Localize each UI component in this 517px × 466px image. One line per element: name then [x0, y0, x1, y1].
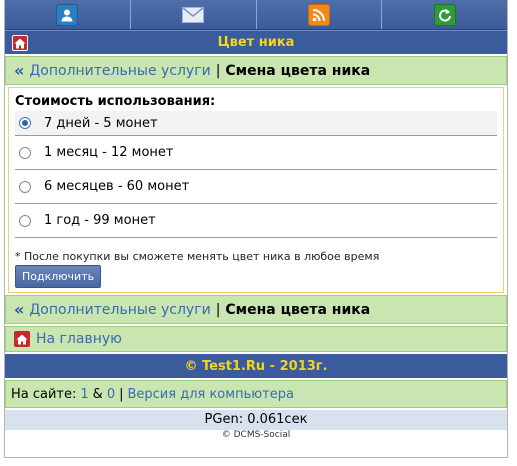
- title-bar: Цвет ника: [5, 30, 507, 54]
- breadcrumb-current: Смена цвета ника: [225, 62, 371, 79]
- page: Цвет ника « Дополнительные услуги | Смен…: [4, 0, 508, 458]
- option-label: 1 год - 99 монет: [44, 213, 156, 228]
- breadcrumb-parent-link[interactable]: Дополнительные услуги: [29, 63, 210, 79]
- online-guests-link[interactable]: 0: [107, 387, 115, 402]
- page-title: Цвет ника: [217, 35, 295, 50]
- radio-1-year[interactable]: [19, 214, 31, 227]
- home-link-row[interactable]: На главную: [5, 326, 507, 352]
- option-1-month[interactable]: 1 месяц - 12 монет: [15, 136, 497, 170]
- home-icon[interactable]: [12, 35, 28, 51]
- option-label: 6 месяцев - 60 монет: [44, 179, 190, 194]
- cost-label: Стоимость использования:: [15, 94, 216, 109]
- online-prefix: На сайте:: [11, 386, 77, 402]
- user-icon: [56, 3, 79, 26]
- desktop-version-link[interactable]: Версия для компьютера: [127, 387, 293, 402]
- nav-profile-button[interactable]: [5, 0, 131, 29]
- breadcrumb-separator: |: [215, 62, 221, 79]
- refresh-icon: [433, 3, 456, 26]
- back-arrow-icon[interactable]: «: [14, 300, 24, 319]
- mail-icon: [182, 4, 205, 26]
- footer-copyright: © Test1.Ru - 2013г.: [5, 354, 507, 378]
- breadcrumb-current: Смена цвета ника: [225, 301, 371, 318]
- breadcrumb-separator: |: [215, 301, 221, 318]
- breadcrumb-bottom: « Дополнительные услуги | Смена цвета ни…: [5, 295, 507, 324]
- radio-1-month[interactable]: [19, 146, 31, 159]
- option-1-year[interactable]: 1 год - 99 монет: [15, 204, 497, 238]
- radio-6-months[interactable]: [19, 180, 31, 193]
- option-label: 1 месяц - 12 монет: [44, 145, 174, 160]
- engine-credit: © DCMS-Social: [221, 430, 291, 440]
- radio-7-days[interactable]: [19, 117, 31, 129]
- pgen-time: PGen: 0.061сек: [5, 410, 507, 430]
- home-link[interactable]: На главную: [36, 331, 122, 347]
- rss-icon: [307, 3, 330, 26]
- online-row: На сайте: 1 & 0 | Версия для компьютера: [5, 380, 507, 408]
- breadcrumb-parent-link[interactable]: Дополнительные услуги: [29, 302, 210, 318]
- subscription-form: Стоимость использования: 7 дней - 5 моне…: [8, 87, 504, 293]
- home-icon: [14, 331, 30, 347]
- back-arrow-icon[interactable]: «: [14, 61, 24, 80]
- nav-mail-button[interactable]: [130, 0, 257, 29]
- option-label: 7 дней - 5 монет: [44, 115, 158, 131]
- option-7-days[interactable]: 7 дней - 5 монет: [15, 111, 497, 136]
- top-nav: [5, 0, 507, 30]
- submit-button[interactable]: Подключить: [15, 265, 102, 288]
- online-users-link[interactable]: 1: [80, 387, 88, 402]
- nav-refresh-button[interactable]: [382, 0, 507, 29]
- online-separator: |: [119, 386, 124, 402]
- online-amp: &: [92, 386, 103, 402]
- nav-rss-button[interactable]: [256, 0, 383, 29]
- option-6-months[interactable]: 6 месяцев - 60 монет: [15, 170, 497, 204]
- purchase-note: * После покупки вы сможете менять цвет н…: [15, 250, 380, 263]
- breadcrumb: « Дополнительные услуги | Смена цвета ни…: [5, 56, 507, 85]
